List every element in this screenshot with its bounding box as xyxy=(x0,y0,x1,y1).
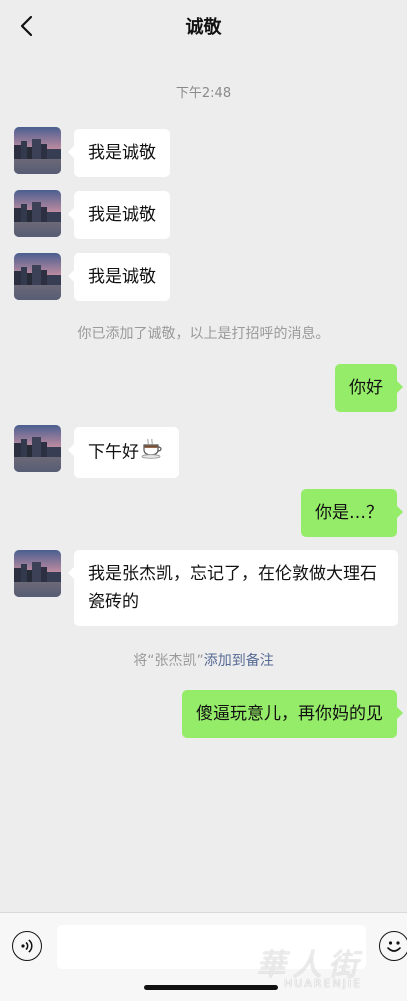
watermark-text: HUARENJIE xyxy=(284,977,363,990)
system-notice-remark: 将“张杰凯”添加到备注 xyxy=(0,650,407,670)
contact-avatar[interactable] xyxy=(14,253,61,300)
contact-avatar[interactable] xyxy=(14,190,61,237)
message-timestamp: 下午2:48 xyxy=(175,86,232,101)
incoming-message-bubble[interactable]: 我是诚敬 xyxy=(68,253,170,301)
outgoing-message-bubble[interactable]: 你好 xyxy=(335,364,403,412)
add-remark-link[interactable]: 添加到备注 xyxy=(204,653,274,669)
voice-input-icon[interactable] xyxy=(12,931,42,961)
back-icon[interactable] xyxy=(12,10,40,42)
contact-avatar[interactable] xyxy=(14,127,61,174)
incoming-message-bubble[interactable]: 我是诚敬 xyxy=(68,191,170,239)
coffee-emoji-icon xyxy=(141,437,165,468)
incoming-message-bubble[interactable]: 我是张杰凯，忘记了，在伦敦做大理石瓷砖的 xyxy=(68,550,398,626)
chat-header: 诚敬 xyxy=(0,0,407,52)
message-text: 下午好 xyxy=(88,442,139,463)
chat-title: 诚敬 xyxy=(185,17,222,38)
incoming-message-bubble[interactable]: 下午好 xyxy=(68,427,179,478)
contact-avatar[interactable] xyxy=(14,425,61,472)
home-indicator xyxy=(144,985,278,990)
outgoing-message-bubble[interactable]: 傻逼玩意儿，再你妈的见 xyxy=(182,690,403,738)
system-notice-added: 你已添加了诚敬，以上是打招呼的消息。 xyxy=(77,326,330,342)
remark-prefix: 将“张杰凯” xyxy=(133,653,204,669)
outgoing-message-bubble[interactable]: 你是…？ xyxy=(301,489,403,537)
incoming-message-bubble[interactable]: 我是诚敬 xyxy=(68,129,170,177)
contact-avatar[interactable] xyxy=(14,550,61,597)
emoji-icon[interactable] xyxy=(379,931,407,961)
